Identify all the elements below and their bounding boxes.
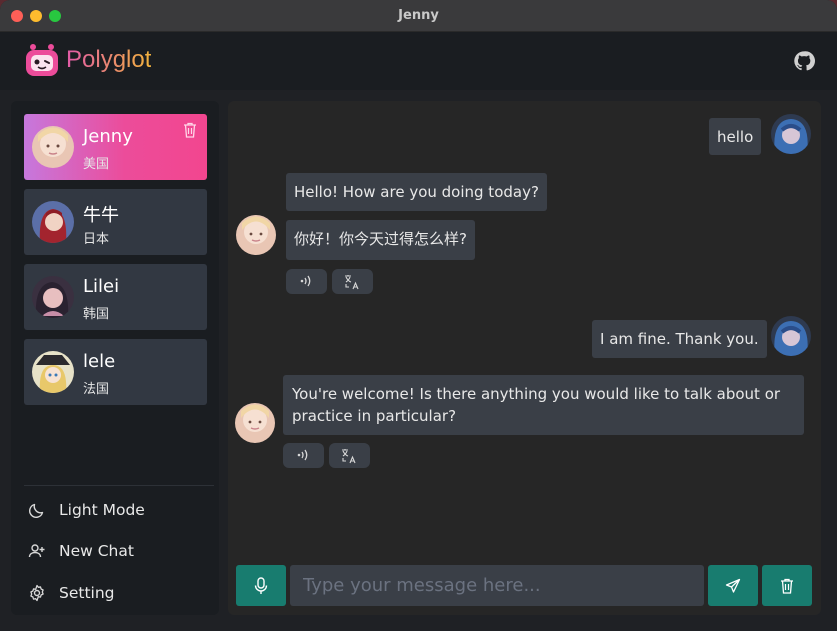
speaker-wave-icon (297, 449, 308, 461)
send-button[interactable] (708, 565, 758, 606)
assistant-avatar (236, 215, 276, 255)
voice-input-button[interactable] (236, 565, 286, 606)
send-icon (725, 578, 741, 593)
user-message-bubble: I am fine. Thank you. (592, 320, 767, 358)
contact-name: Jenny (83, 126, 133, 147)
user-message-bubble: hello (709, 118, 762, 155)
contact-item-lele[interactable]: lele 法国 (24, 339, 207, 405)
delete-contact-icon[interactable] (183, 122, 197, 138)
moon-icon (29, 503, 44, 518)
user-avatar (771, 114, 811, 154)
trash-icon (781, 578, 793, 594)
sidebar-divider (24, 485, 214, 486)
new-chat-label: New Chat (59, 542, 134, 560)
contact-avatar (32, 276, 74, 318)
message-input[interactable] (290, 565, 704, 606)
contact-name: lele (83, 351, 116, 372)
github-icon[interactable] (793, 50, 815, 72)
add-user-icon (28, 544, 45, 558)
play-audio-button[interactable] (286, 269, 327, 294)
translate-button[interactable] (329, 443, 370, 468)
window-title: Jenny (398, 8, 439, 23)
contact-name: 牛牛 (83, 205, 119, 226)
app-window: Jenny Polyglot Jenny 美国 牛牛 日本 Lilei 韩国 l… (0, 0, 837, 631)
contact-name: Lilei (83, 276, 120, 297)
play-audio-button[interactable] (283, 443, 324, 468)
speaker-wave-icon (300, 275, 311, 287)
light-mode-label: Light Mode (59, 501, 145, 519)
setting-label: Setting (59, 584, 115, 602)
app-header: Polyglot (0, 32, 837, 90)
assistant-avatar (235, 403, 275, 443)
translate-button[interactable] (332, 269, 373, 294)
contact-item-jenny[interactable]: Jenny 美国 (24, 114, 207, 180)
contact-avatar (32, 351, 74, 393)
clear-chat-button[interactable] (762, 565, 812, 606)
translate-icon (342, 449, 356, 464)
contact-item-niuniu[interactable]: 牛牛 日本 (24, 189, 207, 255)
assistant-message-bubble: Hello! How are you doing today? (286, 173, 547, 211)
title-bar: Jenny (0, 0, 837, 32)
contact-country: 日本 (83, 232, 110, 247)
microphone-icon (254, 576, 268, 594)
robot-icon (26, 44, 58, 76)
contact-item-lilei[interactable]: Lilei 韩国 (24, 264, 207, 330)
app-brand: Polyglot (66, 46, 152, 73)
chat-panel: hello Hello! How are you doing today? 你好… (228, 101, 821, 615)
user-avatar (771, 316, 811, 356)
contact-country: 法国 (83, 382, 110, 397)
contact-avatar (32, 201, 74, 243)
contact-country: 美国 (83, 157, 110, 172)
translate-icon (345, 275, 359, 290)
assistant-translation-bubble: 你好！你今天过得怎么样? (286, 220, 475, 260)
contact-country: 韩国 (83, 307, 110, 322)
assistant-message-bubble: You're welcome! Is there anything you wo… (283, 375, 804, 435)
contacts-sidebar: Jenny 美国 牛牛 日本 Lilei 韩国 lele 法国 Light Mo… (11, 101, 219, 615)
contact-avatar (32, 126, 74, 168)
gear-icon (30, 584, 44, 602)
